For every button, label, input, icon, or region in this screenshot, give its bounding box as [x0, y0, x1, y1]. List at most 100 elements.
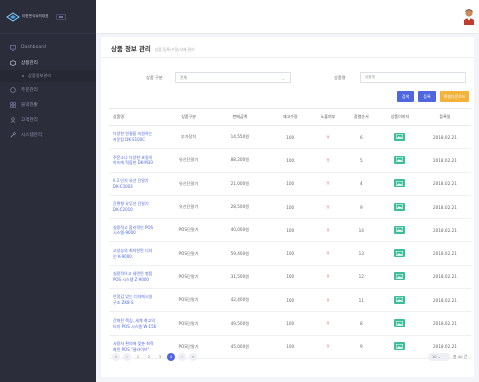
product-name-link[interactable]: 실용적으고 세련된 형품 POS 시스템 Z-9000 [109, 271, 163, 283]
product-stock: 100 [286, 204, 295, 210]
image-icon[interactable] [394, 249, 406, 258]
table-row[interactable]: 안정감 있는 디자에시일 구조 ZK8-S POS단말기 42,400원 100 Y 11 2… [109, 289, 471, 313]
page-title: 상품 정보 관리 [111, 45, 151, 53]
product-type: 유선단말기 [178, 204, 199, 210]
register-date: 2018.02.21 [432, 157, 457, 163]
menu-toggle-icon[interactable] [56, 13, 67, 20]
register-date: 2018.02.21 [432, 204, 457, 210]
image-icon[interactable] [394, 225, 406, 234]
sidebar-item-dashboard[interactable]: Dashboard [0, 40, 96, 55]
table-row[interactable]: ll.3 인치 유선 단말기 DK-C3003 유선단말기 21,000원 100 Y 4 2… [109, 173, 471, 196]
image-icon[interactable] [394, 155, 406, 164]
product-name-input[interactable]: 상품명 [360, 72, 466, 83]
table-row[interactable]: 주문소나 다양한 초밀이 아즈에 적합한 DK-M30 유선단말기 88,200원 10… [109, 149, 471, 173]
sort-order: 5 [359, 157, 363, 163]
table-row[interactable]: 실용적고 합리적인 POS 시스템-9000 POS단말기 40,000원 100 Y 14… [109, 219, 471, 243]
product-name-link[interactable]: 고성능의 최저한된 디자 인 K-9000 [109, 248, 163, 260]
input-placeholder: 상품명 [365, 75, 375, 79]
product-stock: 100 [286, 274, 295, 280]
product-stock: 100 [286, 344, 295, 350]
sidebar-item-customers[interactable]: 고객관리 [0, 112, 96, 127]
product-price: 49,500원 [230, 320, 250, 326]
exposure-flag: Y [326, 251, 330, 257]
table-row[interactable]: 실용적으고 세련된 형품 POS 시스템 Z-9000 POS단말기 31,500원 1… [109, 266, 471, 290]
product-name-link[interactable]: 실용적고 합리적인 POS 시스템-9000 [109, 225, 163, 237]
divider [101, 57, 474, 58]
image-icon[interactable] [394, 202, 406, 211]
col-header[interactable]: 상품명 [109, 114, 163, 120]
exposure-flag: Y [326, 274, 330, 280]
exposure-flag: Y [326, 297, 330, 303]
table-body: 다양한 연결을 지원하는 카운팅 DK-S100C 부가장치 14,550원 100 Y 6… [109, 126, 471, 359]
col-header[interactable]: 판매금액 [214, 114, 266, 120]
product-type: POS단말기 [178, 320, 199, 326]
product-name-link[interactable]: 간편형 유무선 단말기 DK-C2010 [109, 201, 163, 213]
col-header[interactable]: 노출여부 [315, 114, 342, 120]
product-type: POS단말기 [178, 250, 199, 256]
table-row[interactable]: 다양한 연결을 지원하는 카운팅 DK-S100C 부가장치 14,550원 100 Y 6… [109, 126, 471, 150]
product-name-link[interactable]: 안정감 있는 디자에시일 구조 ZK8-S [109, 294, 163, 306]
image-icon[interactable] [394, 132, 406, 141]
col-header[interactable]: 등록일 [419, 114, 471, 120]
product-stock: 100 [286, 134, 295, 140]
sort-order: 9 [359, 204, 363, 210]
exposure-flag: Y [326, 227, 330, 233]
last-page-button[interactable]: » [189, 353, 197, 361]
product-name-link[interactable]: 주문소나 다양한 초밀이 아즈에 적합한 DK-M30 [109, 155, 163, 167]
type-select[interactable]: 전체 ⌄ [175, 72, 291, 83]
col-header[interactable]: 정렬순서 [341, 114, 381, 120]
current-page-button[interactable]: 4 [167, 353, 175, 361]
table-row[interactable]: 간편형 유무선 단말기 DK-C2010 유선단말기 28,500원 100 Y 9 2018… [109, 196, 471, 220]
col-header[interactable]: 상품이미지 [381, 114, 419, 120]
sidebar-subitem-product-info[interactable]: 상품정보관리 [0, 70, 96, 82]
register-date: 2018.02.21 [432, 274, 457, 280]
image-icon[interactable] [394, 319, 406, 328]
product-type: 유선단말기 [178, 157, 199, 163]
page-button[interactable]: 2 [145, 353, 153, 361]
sidebar-item-products[interactable]: 상품관리 [0, 55, 96, 70]
sidebar-item-label: 상품정보관리 [28, 73, 52, 78]
register-button[interactable]: 등록 [418, 91, 436, 102]
page-button[interactable]: 3 [156, 353, 164, 361]
product-price: 42,400원 [230, 297, 250, 303]
product-name-link[interactable]: 다양한 연결을 지원하는 카운팅 DK-S100C [109, 131, 163, 143]
excel-download-button[interactable]: 엑셀다운로드 [440, 91, 469, 102]
page-size-select[interactable]: 10 ⌄ [428, 353, 450, 361]
search-button[interactable]: 검색 [397, 91, 414, 102]
avatar[interactable] [463, 8, 475, 25]
table-row[interactable]: 간화된 핵심, 세계 최고의 터치 POS 시스템 W-156 POS단말기 49,5… [109, 312, 471, 336]
product-name-link[interactable]: 사용자 편의에 맞춘 최적 화된 POS "클라이브" [109, 341, 163, 353]
sort-order: 8 [359, 321, 363, 327]
page-subtitle: 상품 등록/수정/삭제 관리 [154, 47, 195, 52]
sidebar-item-label: 블럭현황 [21, 102, 38, 108]
product-stock: 100 [286, 251, 295, 257]
first-page-button[interactable]: « [112, 353, 120, 361]
page-size-value: 10 [432, 355, 437, 359]
table-row[interactable]: 고성능의 최저한된 디자 인 K-9000 POS단말기 59,400원 100 Y 13 2… [109, 242, 471, 266]
product-name-link[interactable]: ll.3 인치 유선 단말기 DK-C3003 [109, 178, 163, 190]
name-filter-label: 상품명 [334, 75, 346, 80]
product-stock: 100 [286, 227, 295, 233]
sidebar-item-blocks[interactable]: 블럭현황 [0, 97, 96, 112]
exposure-flag: Y [326, 344, 330, 350]
register-date: 2018.02.21 [432, 297, 457, 303]
prev-page-button[interactable]: ‹ [123, 353, 131, 361]
page-button[interactable]: 1 [134, 353, 142, 361]
chevron-down-icon: ⌄ [437, 355, 441, 359]
product-name-link[interactable]: 간화된 핵심, 세계 최고의 터치 POS 시스템 W-156 [109, 318, 163, 330]
sidebar-item-orders[interactable]: 주문관리 [0, 82, 96, 97]
col-header[interactable]: 재고수량 [266, 114, 315, 120]
register-date: 2018.02.21 [432, 134, 457, 140]
image-icon[interactable] [394, 295, 406, 304]
type-filter-label: 상품 구분 [146, 75, 163, 80]
image-icon[interactable] [394, 179, 406, 188]
logo-icon [6, 11, 20, 22]
col-header[interactable]: 상품구분 [163, 114, 213, 120]
product-price: 14,550원 [230, 134, 250, 140]
image-icon[interactable] [394, 272, 406, 281]
next-page-button[interactable]: › [178, 353, 186, 361]
sidebar-nav: Dashboard 상품관리 상품정보관리 주문관리 블럭현황 고객관리 시스템… [0, 34, 96, 142]
image-icon[interactable] [394, 342, 406, 351]
exposure-flag: Y [326, 157, 330, 163]
sidebar-item-system[interactable]: 시스템관리 [0, 127, 96, 142]
